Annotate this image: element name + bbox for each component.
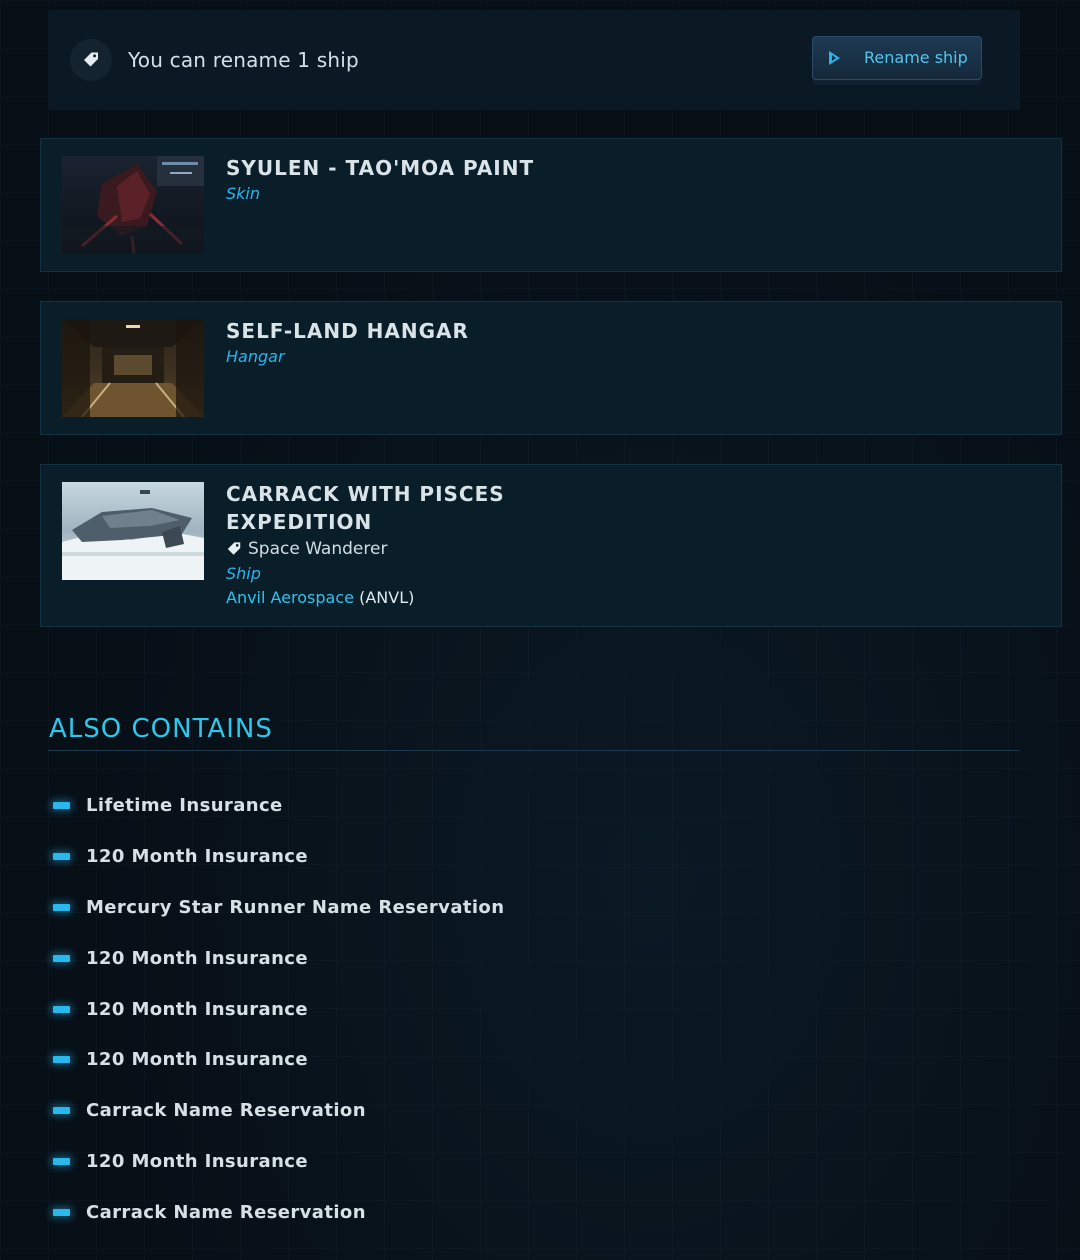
carrack-info: CARRACK WITH PISCES EXPEDITION Space Wan… [226,480,505,610]
also-contains-divider [48,750,1020,751]
item-title: SELF-LAND HANGAR [226,319,469,343]
list-item-label: Mercury Star Runner Name Reservation [86,896,505,918]
syulen-paint-info: SYULEN - TAO'MOA PAINT Skin [226,154,534,206]
list-item-label: Lifetime Insurance [86,794,283,816]
also-contains-heading: ALSO CONTAINS [49,714,273,744]
dash-bullet-icon [53,1107,70,1115]
item-title-line-1: CARRACK WITH PISCES [226,482,505,506]
dash-bullet-icon [53,1005,70,1013]
dash-bullet-icon [53,801,70,809]
dash-bullet-icon [53,852,70,860]
list-item: Carrack Name Reservation [48,1085,504,1136]
list-item: Lifetime Insurance [48,780,504,831]
item-tagline: Space Wanderer [226,536,505,562]
list-item-label: Carrack Name Reservation [86,1202,366,1224]
rename-ship-button-label: Rename ship [864,48,968,67]
list-item-label: 120 Month Insurance [86,845,308,867]
item-title: SYULEN - TAO'MOA PAINT [226,156,535,180]
syulen-paint-thumbnail [62,156,204,254]
item-title-line-2: EXPEDITION [226,510,373,534]
item-type: Hangar [226,347,285,366]
list-item-label: 120 Month Insurance [86,1151,308,1173]
list-item: 120 Month Insurance [48,984,504,1035]
manufacturer-link[interactable]: Anvil Aerospace [226,588,354,607]
dash-bullet-icon [53,954,70,962]
carrack-thumbnail [62,482,204,580]
list-item-label: 120 Month Insurance [86,998,308,1020]
tag-icon [70,39,112,81]
item-type: Skin [226,184,261,203]
tagline-text: Space Wanderer [248,539,388,559]
manufacturer-code: (ANVL) [359,588,415,607]
list-item: 120 Month Insurance [48,831,504,882]
list-item: 120 Month Insurance [48,1034,504,1085]
dash-bullet-icon [53,1056,70,1064]
list-item: Carrack Name Reservation [48,1187,504,1238]
dash-bullet-icon [53,1158,70,1166]
item-card-syulen-paint: SYULEN - TAO'MOA PAINT Skin [40,138,1062,272]
rename-info-text: You can rename 1 ship [128,48,359,72]
list-item: 120 Month Insurance [48,1136,504,1187]
item-manufacturer: Anvil Aerospace (ANVL) [226,586,505,610]
hangar-info: SELF-LAND HANGAR Hangar [226,317,469,369]
item-card-self-land-hangar: SELF-LAND HANGAR Hangar [40,301,1062,435]
item-type: Ship [226,564,261,583]
item-card-carrack: CARRACK WITH PISCES EXPEDITION Space Wan… [40,464,1062,627]
play-icon [829,51,840,65]
tag-icon [226,541,242,557]
hangar-thumbnail [62,319,204,417]
list-item-label: 120 Month Insurance [86,947,308,969]
list-item-label: Carrack Name Reservation [86,1100,366,1122]
list-item: Mercury Star Runner Name Reservation [48,882,504,933]
rename-ship-button[interactable]: Rename ship [812,36,982,80]
dash-bullet-icon [53,1209,70,1217]
also-contains-list: Lifetime Insurance 120 Month Insurance M… [48,780,504,1238]
rename-banner: You can rename 1 ship Rename ship [48,10,1020,110]
list-item: 120 Month Insurance [48,933,504,984]
list-item-label: 120 Month Insurance [86,1049,308,1071]
dash-bullet-icon [53,903,70,911]
